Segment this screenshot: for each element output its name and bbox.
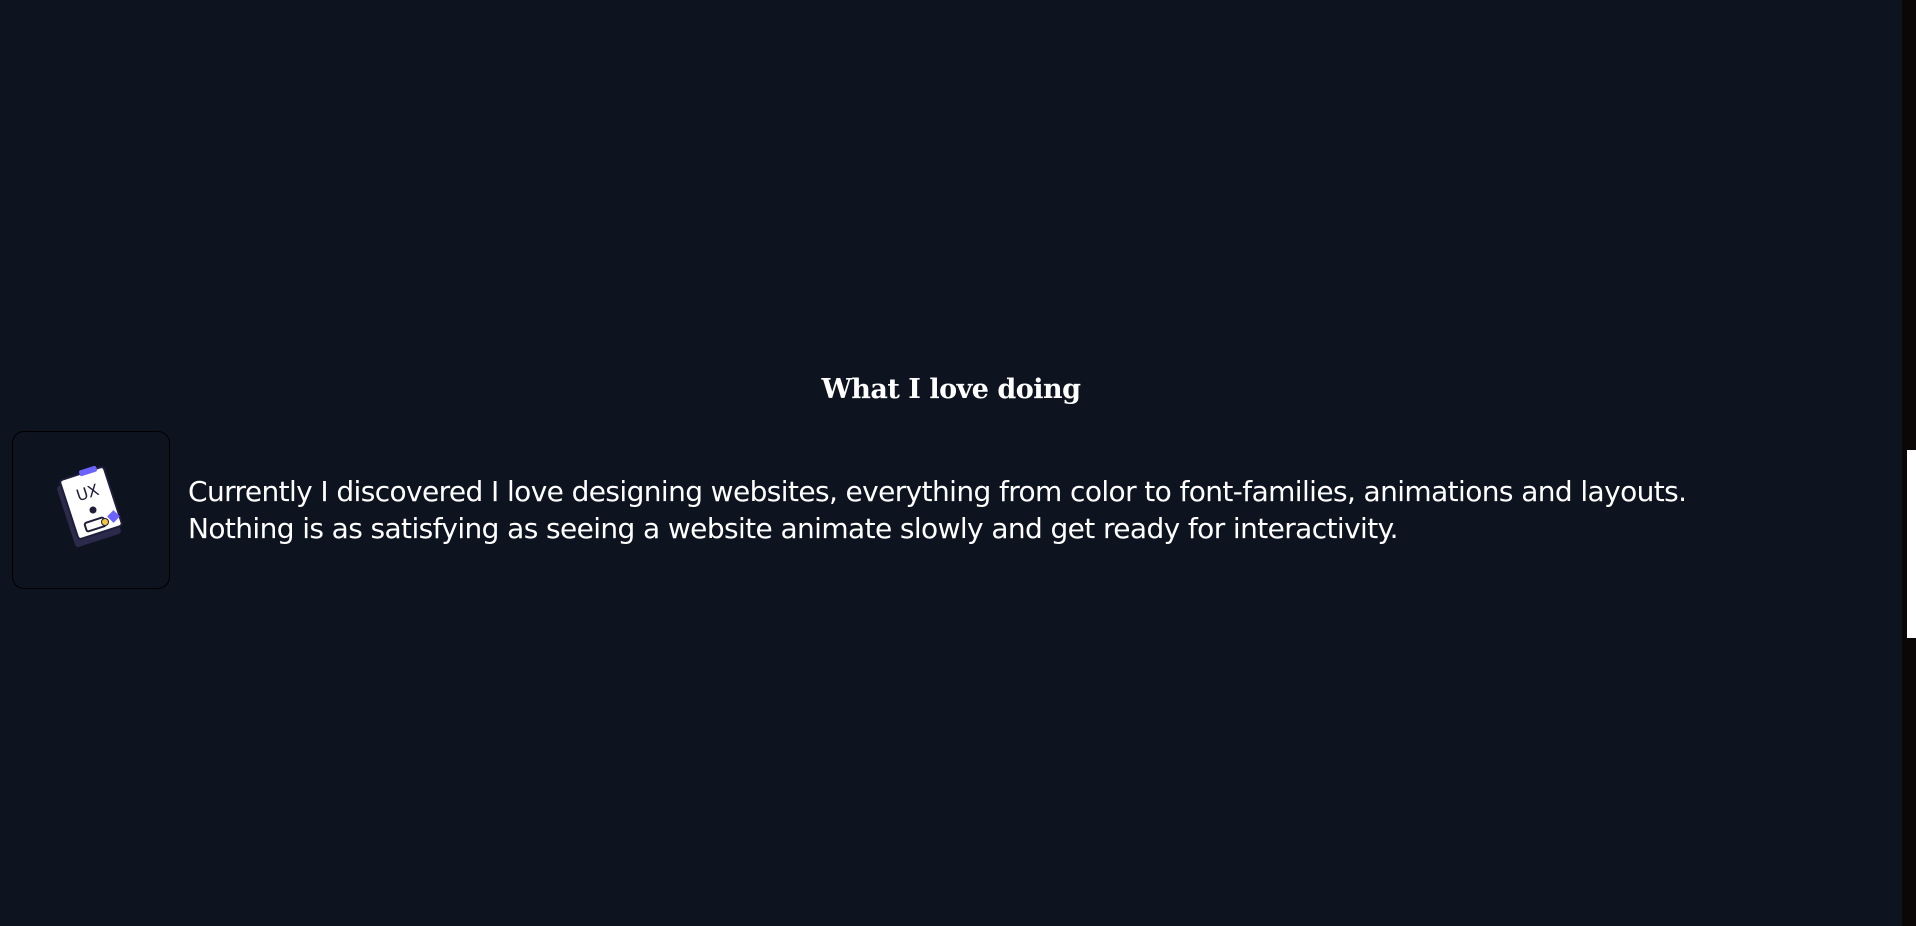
- ux-design-icon: UX: [57, 465, 123, 548]
- section-title: What I love doing: [821, 374, 1081, 405]
- ux-design-icon-box: UX: [12, 431, 170, 589]
- page-background: What I love doing UX Currently I discove…: [0, 0, 1902, 926]
- skill-description: Currently I discovered I love designing …: [188, 473, 1888, 547]
- scrollbar-thumb[interactable]: [1907, 450, 1916, 638]
- description-line-2: Nothing is as satisfying as seeing a web…: [188, 512, 1398, 545]
- skill-card: UX Currently I discovered I love designi…: [12, 431, 1892, 591]
- description-line-1: Currently I discovered I love designing …: [188, 475, 1687, 508]
